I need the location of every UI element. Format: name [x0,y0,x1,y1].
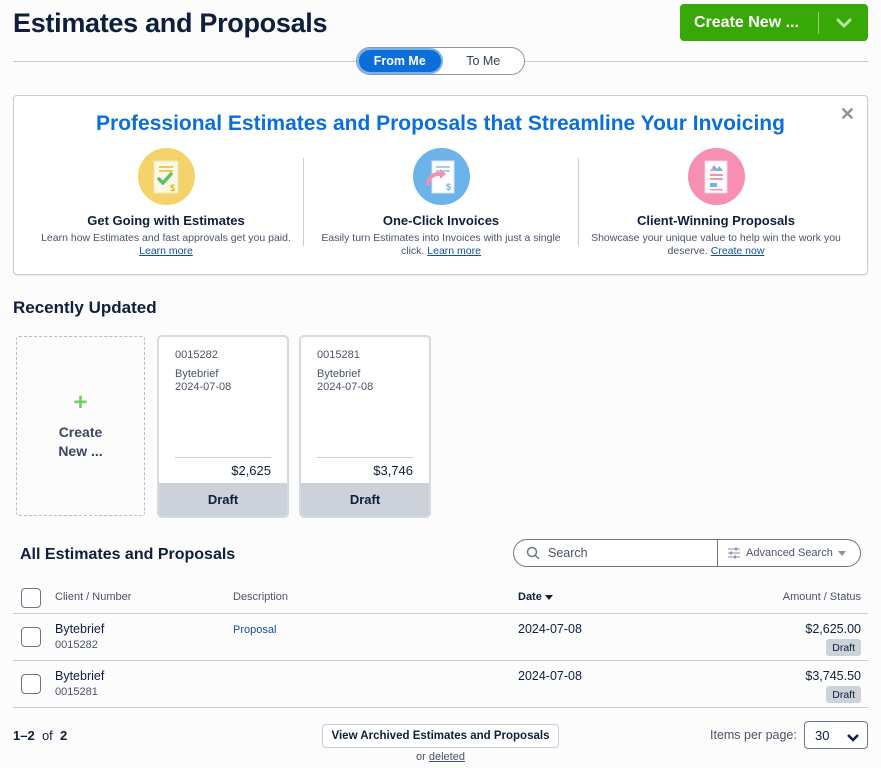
deleted-link[interactable]: deleted [429,751,465,763]
feature-desc: Learn how Estimates and fast approvals g… [41,232,291,257]
create-new-button[interactable]: Create New ... [680,4,868,41]
estimate-check-icon: $ [137,148,195,205]
row-description[interactable]: Proposal [233,624,276,636]
recent-card[interactable]: 0015281 Bytebrief 2024-07-08 $3,746 Draft [299,335,431,518]
row-checkbox[interactable] [21,627,41,647]
select-all-checkbox[interactable] [21,588,41,608]
feature-estimates: $ Get Going with Estimates Learn how Est… [24,148,308,258]
card-divider [175,457,271,458]
banner-title: Professional Estimates and Proposals tha… [96,112,785,135]
feature-invoices: $ One-Click Invoices Easily turn Estimat… [299,148,583,258]
row-divider [13,613,868,614]
invoice-arrow-icon: $ [412,148,470,205]
card-client: Bytebrief 2024-07-08 [317,368,374,393]
status-badge: Draft [826,639,861,656]
row-date: 2024-07-08 [518,669,582,683]
items-per-page-label: Items per page: [710,728,797,742]
status-badge: Draft [826,686,861,703]
card-divider [317,457,413,458]
proposal-document-icon [687,148,745,205]
items-per-page-value[interactable]: 30 [815,728,829,743]
sort-desc-icon [544,594,553,600]
chevron-down-icon[interactable] [847,730,859,745]
create-new-card-label: Create New ... [58,424,103,459]
row-checkbox[interactable] [21,674,41,694]
recently-updated-title: Recently Updated [13,298,157,317]
feature-title: Get Going with Estimates [87,213,245,228]
card-amount: $3,746 [373,463,413,478]
row-amount: $2,625.00 [805,622,861,636]
page-title: Estimates and Proposals [13,8,328,38]
card-number: 0015282 [175,349,218,361]
tab-from-me[interactable]: From Me [357,48,443,74]
column-header-date[interactable]: Date [518,591,553,603]
learn-more-link[interactable]: Learn more [427,245,481,257]
tab-to-me[interactable]: To Me [443,48,525,74]
recent-card[interactable]: 0015282 Bytebrief 2024-07-08 $2,625 Draft [157,335,289,518]
column-header-amount[interactable]: Amount / Status [783,591,861,603]
feature-proposals: Client-Winning Proposals Showcase your u… [574,148,858,258]
card-number: 0015281 [317,349,360,361]
card-status: Draft [159,483,287,516]
column-header-description[interactable]: Description [233,591,288,603]
create-new-label[interactable]: Create New ... [680,14,818,32]
direction-toggle[interactable]: From Me To Me [356,47,525,75]
search-divider [717,540,718,566]
caret-down-icon [837,550,846,556]
row-amount: $3,745.50 [805,669,861,683]
learn-more-link[interactable]: Learn more [139,245,193,257]
svg-text:$: $ [446,182,451,192]
search-input[interactable] [548,546,708,560]
advanced-search-label[interactable]: Advanced Search [746,547,833,559]
row-date: 2024-07-08 [518,622,582,636]
row-client[interactable]: Bytebrief [55,622,104,636]
advanced-search-button[interactable]: Advanced Search [727,540,846,566]
feature-desc: Showcase your unique value to help win t… [591,232,841,257]
feature-title: Client-Winning Proposals [636,213,796,228]
feature-title: One-Click Invoices [382,213,500,228]
all-estimates-title: All Estimates and Proposals [20,546,236,563]
search-bar: Advanced Search [513,539,861,567]
create-now-link[interactable]: Create now [711,245,765,257]
feature-desc: Easily turn Estimates into Invoices with… [321,232,561,257]
search-icon [526,546,540,560]
plus-icon: + [73,389,88,416]
create-new-card[interactable]: + Create New ... [16,336,145,516]
row-divider [13,660,868,661]
card-status: Draft [301,483,429,516]
pagination-summary: 1–2 of 2 [13,728,68,743]
svg-text:$: $ [170,183,175,193]
view-archived-button[interactable]: View Archived Estimates and Proposals [322,724,559,748]
close-icon[interactable]: ✕ [840,104,855,125]
row-number: 0015281 [55,686,98,698]
chevron-down-icon[interactable] [819,18,868,28]
deleted-link-line: or deleted [416,751,465,763]
column-header-client[interactable]: Client / Number [55,591,131,603]
card-client: Bytebrief 2024-07-08 [175,368,232,393]
row-divider [13,707,868,708]
promo-banner: Professional Estimates and Proposals tha… [13,95,868,275]
row-client[interactable]: Bytebrief [55,669,104,683]
row-number: 0015282 [55,639,98,651]
items-per-page-select[interactable]: 30 [804,721,868,749]
card-amount: $2,625 [231,463,271,478]
sliders-icon [728,547,740,559]
